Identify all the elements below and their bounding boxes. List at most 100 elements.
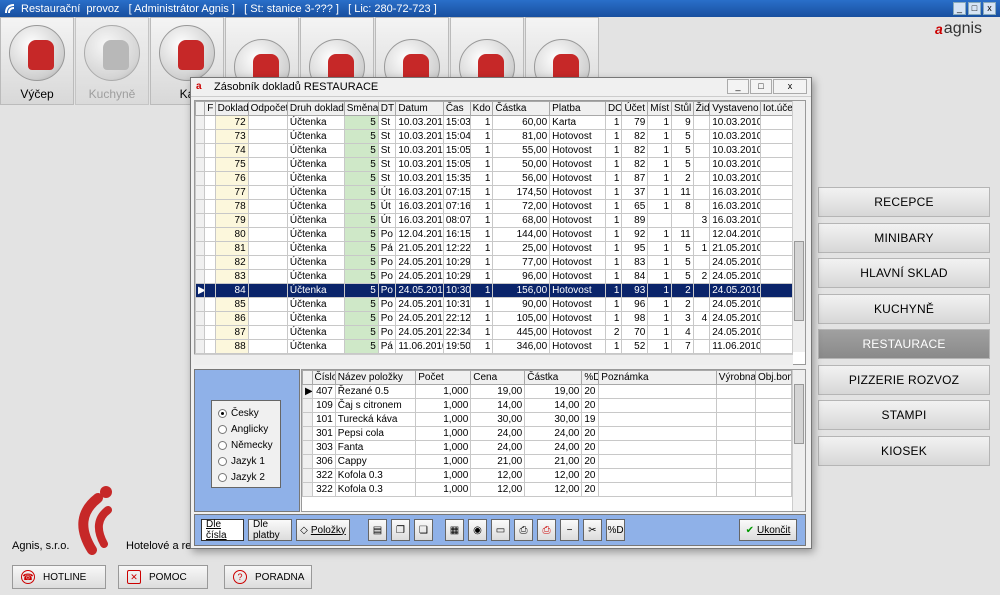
table-row[interactable]: ▶84Účtenka5Po24.05.201010:301156,00Hotov… <box>195 283 794 298</box>
dialog-minimize-button[interactable]: _ <box>727 79 749 94</box>
item-row[interactable]: 322 Kofola 0.3 1,000 12,00 12,00 20 <box>302 482 793 497</box>
menu-item-hlavní-sklad[interactable]: HLAVNÍ SKLAD <box>818 258 990 288</box>
column-header[interactable]: Platba <box>549 101 606 116</box>
item-column-header[interactable]: Výrobna <box>715 370 756 385</box>
dialog-maximize-button[interactable]: □ <box>750 79 772 94</box>
column-header[interactable]: Žid <box>692 101 711 116</box>
items-vertical-scrollbar[interactable] <box>792 370 805 511</box>
table-row[interactable]: 77Účtenka5Út16.03.201007:151174,50Hotovo… <box>195 185 794 200</box>
calendar-icon[interactable]: ▦ <box>445 519 464 541</box>
column-header[interactable]: Datum <box>395 101 444 116</box>
table-cell <box>598 426 717 441</box>
items-button[interactable]: ◇ Položky <box>296 519 350 541</box>
menu-item-minibary[interactable]: MINIBARY <box>818 222 990 253</box>
documents-horizontal-scrollbar[interactable] <box>194 354 793 365</box>
table-row[interactable]: 88 Účtenka 5 Pá 11.06.2010 19:50 1 346,00 Hotovo… <box>195 339 794 354</box>
column-header[interactable]: DC <box>604 101 623 116</box>
language-radio[interactable]: Anglicky <box>218 421 280 437</box>
table-row[interactable]: 74Účtenka5St10.03.201015:05155,00Hotovos… <box>195 143 794 158</box>
item-column-header[interactable]: Číslo <box>311 370 336 385</box>
toolbar-kuchyne-button[interactable]: Kuchyně <box>75 17 149 105</box>
item-row[interactable]: 322 Kofola 0.3 1,000 12,00 12,00 20 <box>302 468 793 483</box>
maximize-button[interactable]: □ <box>968 2 981 15</box>
column-header[interactable]: Vystaveno <box>709 101 761 116</box>
sort-by-payment-button[interactable]: Dle platby <box>248 519 292 541</box>
hotline-button[interactable]: ☎ HOTLINE <box>12 565 106 589</box>
language-radio[interactable]: Česky <box>218 405 280 421</box>
item-column-header[interactable]: Částka <box>524 370 583 385</box>
discount-icon[interactable]: %D <box>606 519 625 541</box>
column-header[interactable]: Kdo <box>469 101 494 116</box>
menu-item-kuchyně[interactable]: KUCHYNĚ <box>818 293 990 324</box>
language-radio[interactable]: Jazyk 2 <box>218 469 280 485</box>
table-row[interactable]: 78Účtenka5Út16.03.201007:16172,00Hotovos… <box>195 199 794 214</box>
item-column-header[interactable]: Počet <box>415 370 472 385</box>
item-column-header[interactable]: Obj.bon <box>754 370 793 385</box>
item-row[interactable]: 101 Turecká káva 1,000 30,00 30,00 19 <box>302 412 793 427</box>
column-header[interactable]: Odpočet <box>247 101 288 116</box>
table-cell: 21,00 <box>470 454 526 469</box>
menu-item-pizzerie-rozvoz[interactable]: PIZZERIE ROZVOZ <box>818 364 990 395</box>
table-row[interactable]: 76Účtenka5St10.03.201015:35156,00Hotovos… <box>195 171 794 186</box>
table-row[interactable]: 79Účtenka5Út16.03.201008:07168,00Hotovos… <box>195 213 794 228</box>
menu-item-restaurace[interactable]: RESTAURACE <box>818 329 990 359</box>
column-header[interactable]: Míst <box>647 101 673 116</box>
table-row[interactable]: 75Účtenka5St10.03.201015:05150,00Hotovos… <box>195 157 794 172</box>
column-header[interactable]: Čas <box>442 101 471 116</box>
advice-button[interactable]: ? PORADNA <box>224 565 312 589</box>
column-header[interactable]: Účet <box>621 101 649 116</box>
close-dialog-button[interactable]: ✔ Ukončit <box>739 519 797 541</box>
card-icon[interactable]: ▭ <box>491 519 510 541</box>
column-header[interactable]: Částka <box>492 101 551 116</box>
column-header[interactable]: Druh dokladu <box>286 101 345 116</box>
table-row[interactable]: 82Účtenka5Po24.05.201010:29177,00Hotovos… <box>195 255 794 270</box>
item-row[interactable]: ▶ 407 Řezané 0.5 1,000 19,00 19,00 20 <box>302 384 793 399</box>
item-row[interactable]: 303 Fanta 1,000 24,00 24,00 20 <box>302 440 793 455</box>
column-header[interactable]: Iot.účet <box>759 101 794 116</box>
table-row[interactable]: 83Účtenka5Po24.05.201010:29196,00Hotovos… <box>195 269 794 284</box>
table-row[interactable]: 86Účtenka5Po24.05.201022:121105,00Hotovo… <box>195 311 794 326</box>
sort-by-number-button[interactable]: Dle čísla <box>201 519 244 541</box>
table-row[interactable]: 81Účtenka5Pá21.05.201012:22125,00Hotovos… <box>195 241 794 256</box>
printer-icon[interactable]: ⎙ <box>514 519 533 541</box>
tools-icon[interactable]: ✂ <box>583 519 602 541</box>
item-column-header[interactable]: Cena <box>470 370 526 385</box>
menu-item-recepce[interactable]: RECEPCE <box>818 187 990 217</box>
print-red-icon[interactable]: ⎙ <box>537 519 556 541</box>
table-cell: 74 <box>214 143 249 158</box>
globe-icon[interactable]: ◉ <box>468 519 487 541</box>
item-column-header[interactable]: %D <box>581 370 600 385</box>
table-row[interactable]: 80Účtenka5Po12.04.201016:151144,00Hotovo… <box>195 227 794 242</box>
menu-item-stampi[interactable]: STAMPI <box>818 400 990 430</box>
table-cell <box>247 297 288 312</box>
help-button[interactable]: ✕ POMOC <box>118 565 208 589</box>
copy-icon[interactable]: ❐ <box>391 519 410 541</box>
item-column-header[interactable]: Poznámka <box>598 370 717 385</box>
item-column-header[interactable]: Název položky <box>334 370 417 385</box>
document-icon[interactable]: ▤ <box>368 519 387 541</box>
column-header[interactable]: Stůl <box>671 101 694 116</box>
dialog-close-button[interactable]: x <box>773 79 807 94</box>
item-row[interactable]: 109 Čaj s citronem 1,000 14,00 14,00 20 <box>302 398 793 413</box>
language-radio[interactable]: Jazyk 1 <box>218 453 280 469</box>
item-row[interactable]: 301 Pepsi cola 1,000 24,00 24,00 20 <box>302 426 793 441</box>
menu-item-kiosek[interactable]: KIOSEK <box>818 435 990 466</box>
close-button[interactable]: x <box>983 2 996 15</box>
table-row[interactable]: 87Účtenka5Po24.05.201022:341445,00Hotovo… <box>195 325 794 340</box>
copy-multiple-icon[interactable]: ❏ <box>414 519 433 541</box>
table-row[interactable]: 72Účtenka5St10.03.201015:03160,00Karta17… <box>195 115 794 130</box>
column-header[interactable]: Směna <box>343 101 379 116</box>
minus-icon[interactable]: − <box>560 519 579 541</box>
column-header[interactable]: F <box>204 101 216 116</box>
language-radio[interactable]: Německy <box>218 437 280 453</box>
column-header[interactable]: Doklad <box>214 101 249 116</box>
column-header[interactable]: DT <box>377 101 397 116</box>
table-row[interactable]: 85Účtenka5Po24.05.201010:31190,00Hotovos… <box>195 297 794 312</box>
minimize-button[interactable]: _ <box>953 2 966 15</box>
documents-vertical-scrollbar[interactable] <box>792 101 805 352</box>
radio-label: Jazyk 1 <box>231 455 265 467</box>
table-cell: 1 <box>469 199 494 214</box>
toolbar-vycep-button[interactable]: Výčep <box>0 17 74 105</box>
table-row[interactable]: 73Účtenka5St10.03.201015:04181,00Hotovos… <box>195 129 794 144</box>
item-row[interactable]: 306 Cappy 1,000 21,00 21,00 20 <box>302 454 793 469</box>
